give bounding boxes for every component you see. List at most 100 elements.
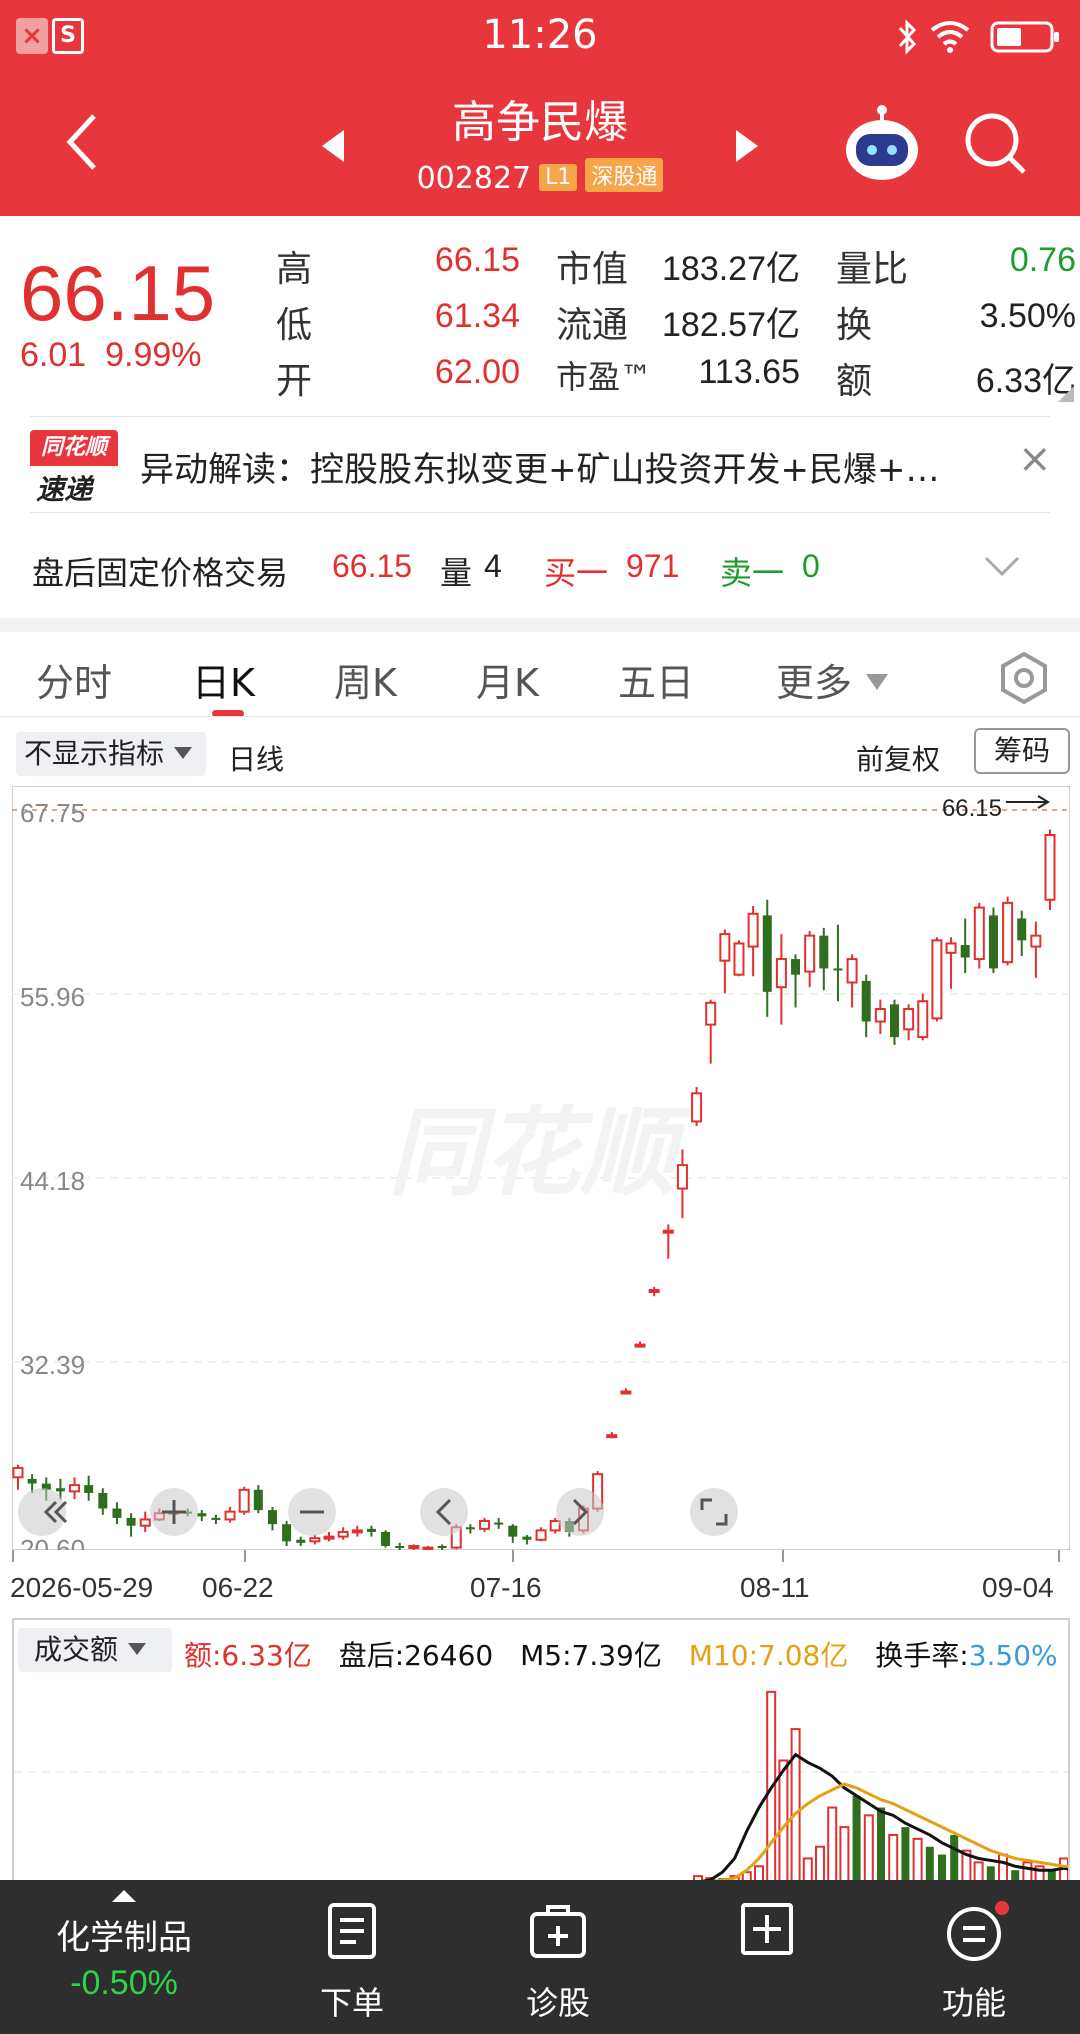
candle-body [733, 942, 745, 976]
up-triangle-icon [112, 1890, 136, 1902]
tab-monthly-k[interactable]: 月K [476, 652, 539, 707]
tab-more-label: 更多 [776, 661, 853, 705]
volume-bars [693, 1690, 1068, 1882]
section-gap [0, 618, 1080, 632]
nav-order-button[interactable]: 下单 [290, 1880, 414, 2034]
chevron-down-icon[interactable] [984, 554, 1020, 578]
candle-body [903, 1008, 915, 1031]
tab-weekly-k[interactable]: 周K [334, 652, 397, 707]
control-circle-bg [420, 1488, 468, 1536]
settings-hexagon-icon[interactable] [996, 650, 1052, 706]
volume-indicator-select[interactable]: 成交额 [18, 1628, 172, 1672]
candle-body [719, 933, 731, 962]
candle-body [12, 1466, 24, 1479]
close-icon[interactable]: × [1018, 436, 1052, 482]
sector-index-button[interactable]: 化学制品 -0.50% [0, 1880, 248, 2034]
candle-body [282, 1524, 292, 1542]
order-document-icon [328, 1903, 376, 1959]
stock-code: 002827 [416, 161, 532, 196]
chart-period-tabs: 分时 日K 周K 月K 五日 更多 [0, 640, 1080, 717]
after-hours-label: 盘后固定价格交易 [32, 554, 289, 592]
x-tick-mark [244, 1550, 246, 1562]
turnover-rate-value: 3.50% [968, 1639, 1058, 1672]
nav-order-label: 下单 [319, 1984, 384, 2022]
max-price-label: 66.15 [942, 795, 1002, 822]
candle-body [408, 1545, 420, 1549]
float-value: 182.57亿 [662, 306, 800, 344]
x-tick-mark [782, 1550, 784, 1562]
candle [381, 1530, 391, 1548]
pe-value: 113.65 [698, 353, 800, 391]
candle-body [960, 945, 970, 958]
candle-body [705, 1001, 717, 1026]
x-tick-label: 08-11 [740, 1572, 810, 1603]
tab-more[interactable]: 更多 [776, 652, 890, 707]
volume-bar [790, 1728, 801, 1882]
nav-diagnose-label: 诊股 [525, 1984, 590, 2022]
buy-one-label: 买一 [544, 554, 609, 592]
tab-five-day[interactable]: 五日 [618, 652, 694, 707]
x-tick-label: 07-16 [470, 1572, 542, 1603]
dropdown-triangle-icon [866, 674, 889, 690]
scroll-right-button[interactable] [556, 1488, 604, 1536]
candle-body [988, 915, 998, 969]
candle-body [381, 1531, 391, 1546]
zoom-out-button[interactable] [288, 1488, 336, 1536]
volume-bar [863, 1814, 874, 1882]
candle-body [337, 1530, 349, 1538]
candle-body [351, 1529, 363, 1534]
candle-body [874, 1008, 886, 1023]
candle-body [662, 1229, 674, 1234]
candle-body [309, 1537, 321, 1543]
candle-body [606, 1434, 618, 1439]
candle-body [98, 1492, 108, 1509]
candle-body [55, 1488, 65, 1492]
line-type-label: 日线 [228, 743, 285, 776]
search-icon[interactable] [960, 108, 1030, 178]
candle-body [366, 1528, 376, 1532]
zoom-in-button[interactable] [150, 1488, 198, 1536]
x-tick-mark [12, 1550, 14, 1562]
candle [238, 1486, 250, 1515]
tab-daily-k[interactable]: 日K [192, 652, 255, 707]
candle-body [775, 958, 787, 989]
candlestick-chart[interactable]: 同花顺 67.7555.9644.1832.3920.60 66.1522.20 [12, 786, 1070, 1550]
scroll-left-button[interactable] [420, 1488, 468, 1536]
candle-body [224, 1510, 236, 1521]
volume-selector-label: 成交额 [34, 1633, 119, 1666]
candle [733, 940, 745, 977]
open-label: 开 [276, 361, 313, 402]
chips-distribution-button[interactable]: 筹码 [974, 728, 1070, 774]
candle-body [620, 1390, 632, 1395]
candle-body [549, 1520, 561, 1532]
candle-body [1030, 934, 1042, 948]
tab-intraday[interactable]: 分时 [36, 652, 112, 707]
scroll-to-start-button[interactable] [18, 1488, 68, 1536]
volume-bar [852, 1795, 861, 1882]
fullscreen-button[interactable] [690, 1488, 738, 1536]
anomaly-banner[interactable]: 同花顺 速递 异动解读：控股股东拟变更+矿山投资开发+民爆+… × [0, 418, 1080, 510]
control-circle-bg [690, 1488, 738, 1536]
indicator-select[interactable]: 不显示指标 [16, 732, 206, 776]
control-circle-bg [18, 1488, 66, 1536]
watermark: 同花顺 [388, 1097, 693, 1209]
nav-diagnose-button[interactable]: 诊股 [496, 1880, 620, 2034]
after-hours-trading-row[interactable]: 盘后固定价格交易 66.15 量 4 买一 971 卖一 0 [0, 520, 1080, 616]
candle-body [762, 915, 772, 992]
high-value: 66.15 [434, 241, 520, 279]
candle-body [535, 1529, 547, 1541]
after-hours-price: 66.15 [332, 548, 413, 584]
volume-bar [912, 1837, 923, 1882]
robot-assistant-icon[interactable] [842, 104, 922, 182]
candle-body [1017, 918, 1027, 941]
volume-bar [839, 1826, 850, 1882]
volume-bar [998, 1853, 1008, 1882]
buy-one-value: 971 [626, 548, 680, 584]
price-adjust-option[interactable]: 前复权 [856, 738, 940, 778]
candle-body [747, 912, 759, 948]
volume-panel: 成交额 额:6.33亿 盘后:26460 M5:7.39亿 M10:7.08亿 … [12, 1618, 1070, 1890]
nav-functions-button[interactable]: 功能 [912, 1880, 1036, 2034]
nav-add-watchlist-button[interactable] [704, 1880, 828, 2034]
candle-body [804, 934, 816, 973]
candle-body [634, 1343, 646, 1348]
